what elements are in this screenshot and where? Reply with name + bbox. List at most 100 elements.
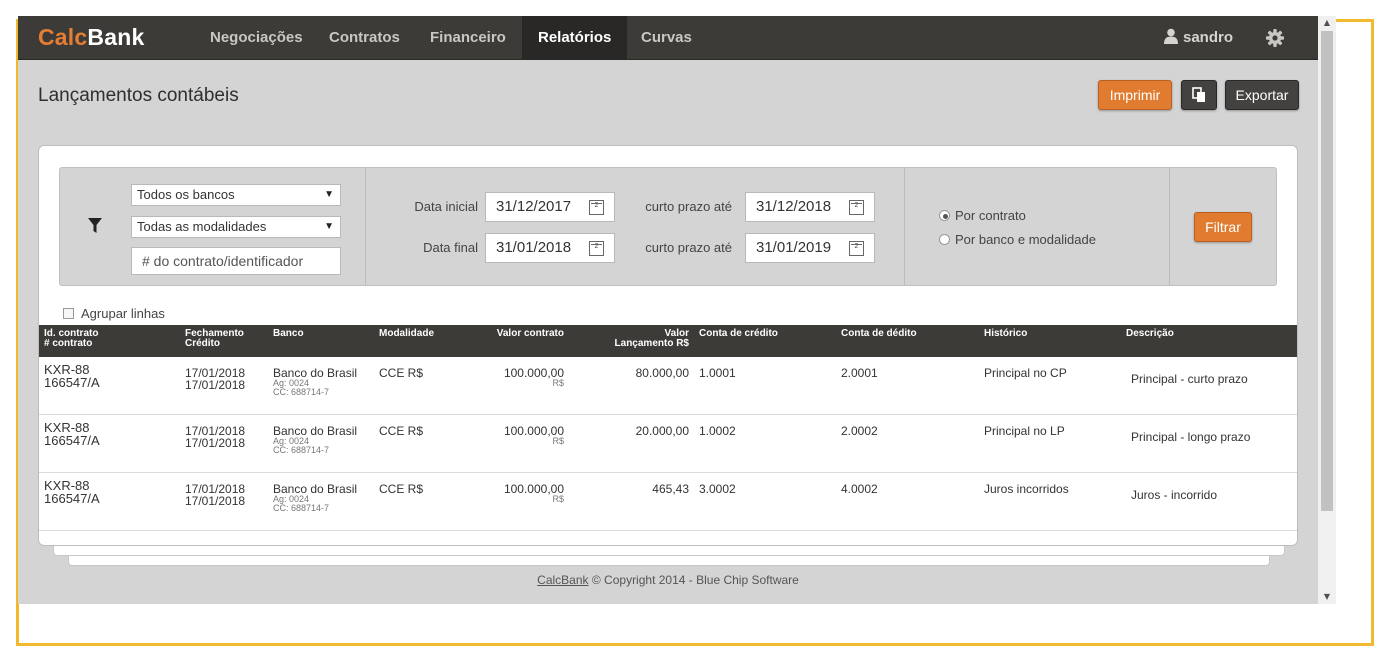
cell-value-currency: R$ xyxy=(552,436,564,446)
filter-button[interactable]: Filtrar xyxy=(1194,212,1252,242)
short-term-date-1-input[interactable]: 31/12/2018 2 xyxy=(745,192,875,222)
short-term-date-2-value: 31/01/2019 xyxy=(756,239,832,256)
page-title: Lançamentos contábeis xyxy=(38,85,239,106)
nav-financeiro[interactable]: Financeiro xyxy=(414,16,522,60)
user-icon xyxy=(1163,28,1178,44)
report-card: Todos os bancos ▼ Todas as modalidades ▼ #… xyxy=(38,145,1298,546)
table-header: Id. contrato # contrato Fechamento Crédito… xyxy=(39,325,1297,357)
cell-credit-account: 3.0002 xyxy=(699,482,736,496)
top-navbar: CalcBank Negociações Contratos Financeir… xyxy=(18,16,1318,60)
cell-credit-account: 1.0001 xyxy=(699,366,736,380)
col-bank[interactable]: Banco xyxy=(273,329,304,339)
radio-by-contract-label: Por contrato xyxy=(955,208,1026,223)
end-date-input[interactable]: 31/01/2018 2 xyxy=(485,233,615,263)
table-row[interactable]: KXR-88 166547/A 17/01/2018 17/01/2018 Banc… xyxy=(39,357,1297,415)
group-rows-checkbox[interactable]: Agrupar linhas xyxy=(63,306,165,321)
caret-down-icon: ▼ xyxy=(324,189,334,200)
cell-close: 17/01/2018 17/01/2018 xyxy=(185,483,245,507)
cell-bank-account: CC: 688714-7 xyxy=(273,445,330,455)
calcbank-logo[interactable]: CalcBank xyxy=(38,24,144,51)
radio-unchecked xyxy=(939,234,950,245)
cell-credit-date: 17/01/2018 xyxy=(185,494,246,508)
col-modality[interactable]: Modalidade xyxy=(379,329,434,339)
scrollbar-thumb[interactable] xyxy=(1321,31,1333,511)
col-close-line2: Crédito xyxy=(185,338,220,349)
user-name: sandro xyxy=(1182,29,1233,46)
logo-bank: Bank xyxy=(87,24,145,50)
print-button[interactable]: Imprimir xyxy=(1098,80,1172,110)
cell-modality: CCE R$ xyxy=(379,482,424,496)
cell-bank: Banco do Brasil Ag: 0024 CC: 688714-7 xyxy=(273,425,357,455)
end-date-label: Data final xyxy=(423,240,478,255)
cell-id: KXR-88 166547/A xyxy=(44,363,100,389)
page-footer: CalcBank © Copyright 2014 - Blue Chip So… xyxy=(18,573,1318,587)
col-description[interactable]: Descrição xyxy=(1126,329,1174,339)
caret-down-icon: ▼ xyxy=(324,221,334,232)
short-term-date-1-value: 31/12/2018 xyxy=(756,198,832,215)
checkbox-box xyxy=(63,308,74,319)
col-value[interactable]: Valor contrato xyxy=(469,329,564,339)
app-window: CalcBank Negociações Contratos Financeir… xyxy=(18,16,1318,604)
scroll-up-icon[interactable]: ▲ xyxy=(1318,16,1336,30)
modality-select[interactable]: Todas as modalidades ▼ xyxy=(131,216,341,238)
cell-id-number: 166547/A xyxy=(44,375,100,390)
radio-by-bank-modality-label: Por banco e modalidade xyxy=(955,232,1096,247)
cell-modality: CCE R$ xyxy=(379,366,424,380)
col-id[interactable]: Id. contrato # contrato xyxy=(44,329,98,349)
nav-relatorios[interactable]: Relatórios xyxy=(522,16,628,60)
cell-close: 17/01/2018 17/01/2018 xyxy=(185,425,245,449)
cell-credit-date: 17/01/2018 xyxy=(185,436,246,450)
cell-value: 100.000,00 R$ xyxy=(469,367,564,388)
contract-search-input[interactable]: # do contrato/identificador xyxy=(131,247,341,275)
calendar-icon[interactable]: 2 xyxy=(849,200,864,215)
cell-description: Principal - curto prazo xyxy=(1131,372,1248,386)
start-date-input[interactable]: 31/12/2017 2 xyxy=(485,192,615,222)
radio-by-contract[interactable]: Por contrato xyxy=(939,208,1026,223)
cell-description: Juros - incorrido xyxy=(1131,488,1218,502)
logo-calc: Calc xyxy=(38,24,88,50)
cell-bank-account: CC: 688714-7 xyxy=(273,503,330,513)
filter-panel: Todos os bancos ▼ Todas as modalidades ▼ #… xyxy=(59,167,1277,286)
gear-icon[interactable] xyxy=(1265,28,1285,48)
start-date-value: 31/12/2017 xyxy=(496,198,572,215)
radio-checked xyxy=(939,210,950,221)
cell-history: Principal no CP xyxy=(984,366,1067,380)
calendar-icon[interactable]: 2 xyxy=(849,241,864,256)
funnel-icon xyxy=(88,218,102,233)
nav-contratos[interactable]: Contratos xyxy=(313,16,416,60)
vertical-scrollbar[interactable]: ▲ ▼ xyxy=(1318,16,1336,604)
col-debit-account[interactable]: Conta de dédito xyxy=(841,329,917,339)
bank-select[interactable]: Todos os bancos ▼ xyxy=(131,184,341,206)
col-close[interactable]: Fechamento Crédito xyxy=(185,329,244,349)
copy-icon xyxy=(1192,87,1205,102)
cell-close: 17/01/2018 17/01/2018 xyxy=(185,367,245,391)
cell-value-currency: R$ xyxy=(552,378,564,388)
table-row[interactable]: KXR-88 166547/A 17/01/2018 17/01/2018 Banc… xyxy=(39,415,1297,473)
col-posting-line2: Lançamento R$ xyxy=(614,338,689,349)
filter-divider xyxy=(365,168,366,285)
nav-negociacoes[interactable]: Negociações xyxy=(194,16,319,60)
group-rows-label: Agrupar linhas xyxy=(81,306,165,321)
table-row[interactable]: KXR-88 166547/A 17/01/2018 17/01/2018 Banc… xyxy=(39,473,1297,531)
export-button[interactable]: Exportar xyxy=(1225,80,1299,110)
nav-curvas[interactable]: Curvas xyxy=(625,16,708,60)
copy-button[interactable] xyxy=(1181,80,1217,110)
short-term-date-2-input[interactable]: 31/01/2019 2 xyxy=(745,233,875,263)
col-history[interactable]: Histórico xyxy=(984,329,1027,339)
cell-debit-account: 4.0002 xyxy=(841,482,878,496)
scroll-down-icon[interactable]: ▼ xyxy=(1318,590,1336,604)
col-credit-account[interactable]: Conta de crédito xyxy=(699,329,778,339)
col-posting[interactable]: Valor Lançamento R$ xyxy=(579,329,689,349)
cell-credit-account: 1.0002 xyxy=(699,424,736,438)
cell-bank: Banco do Brasil Ag: 0024 CC: 688714-7 xyxy=(273,367,357,397)
cell-value-currency: R$ xyxy=(552,494,564,504)
cell-history: Juros incorridos xyxy=(984,482,1069,496)
start-date-label: Data inicial xyxy=(414,199,478,214)
cell-debit-account: 2.0002 xyxy=(841,424,878,438)
calendar-icon[interactable]: 2 xyxy=(589,241,604,256)
user-menu[interactable]: sandro xyxy=(1163,16,1233,60)
radio-by-bank-modality[interactable]: Por banco e modalidade xyxy=(939,232,1096,247)
footer-brand-link[interactable]: CalcBank xyxy=(537,573,588,587)
cell-id-number: 166547/A xyxy=(44,433,100,448)
calendar-icon[interactable]: 2 xyxy=(589,200,604,215)
